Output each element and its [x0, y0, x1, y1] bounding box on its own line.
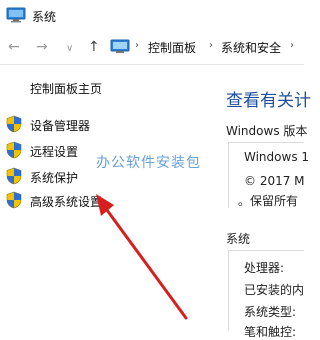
red-arrow-annotation	[96, 194, 188, 320]
